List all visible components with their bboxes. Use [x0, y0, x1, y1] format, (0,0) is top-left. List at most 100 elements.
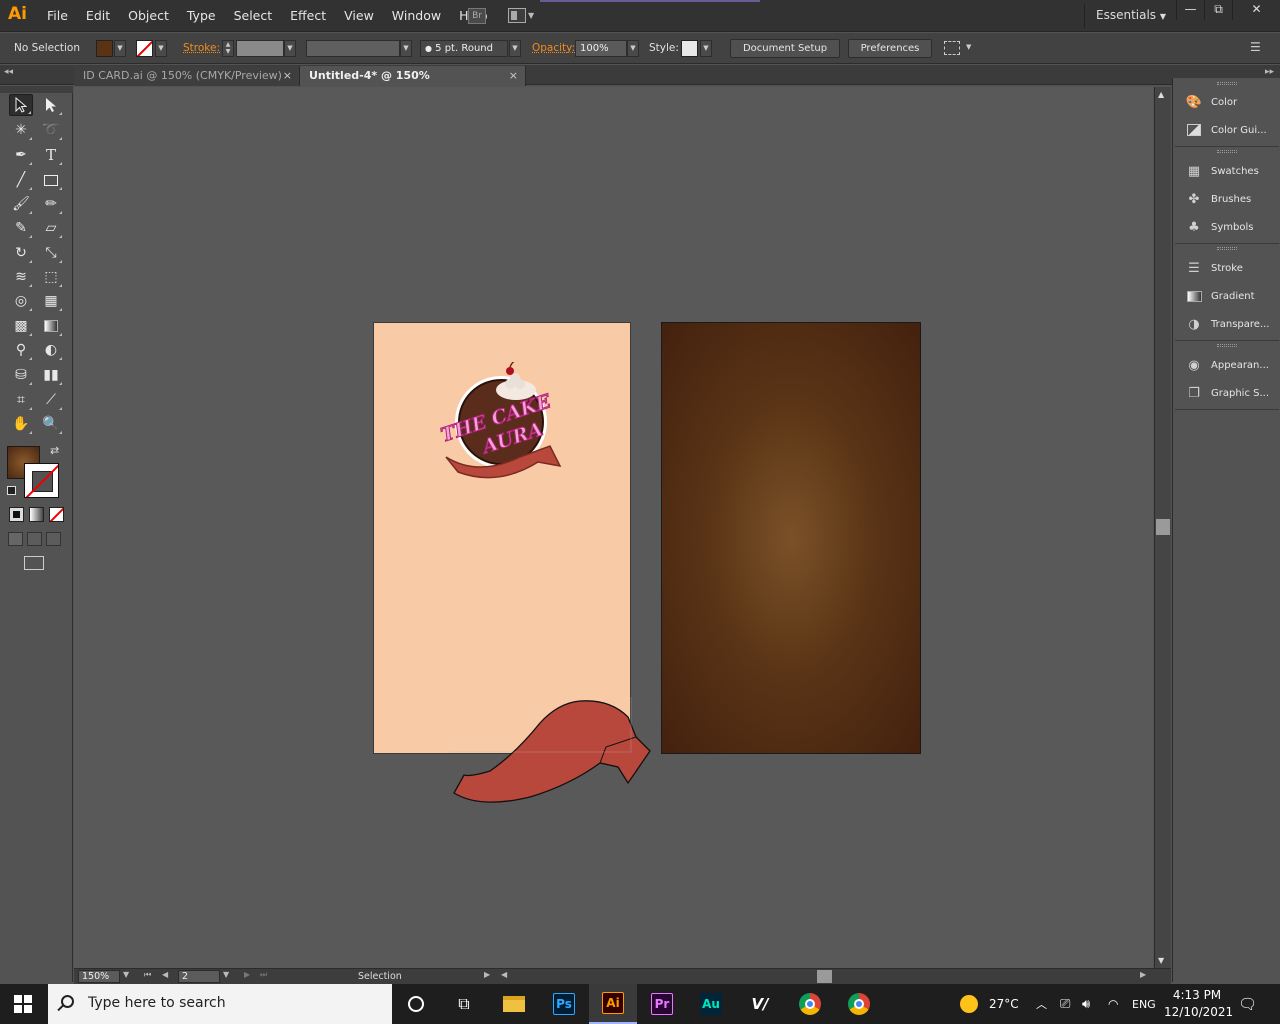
selection-tool[interactable] [9, 94, 33, 116]
document-setup-button[interactable]: Document Setup [730, 39, 840, 58]
notifications-icon[interactable]: 🗨︎ [1238, 984, 1257, 1024]
panel-gradient[interactable]: Gradient [1173, 283, 1280, 309]
draw-behind-icon[interactable] [27, 532, 42, 546]
artboard-number-field[interactable]: 2 [178, 970, 220, 983]
task-view-button[interactable]: ⧉ [440, 984, 488, 1024]
network-icon[interactable]: ◠ [1108, 984, 1118, 1024]
last-artboard-icon[interactable]: ⏭ [260, 970, 267, 980]
color-mode-button[interactable] [9, 507, 24, 522]
collapse-right-icon[interactable]: ▸▸ [1265, 67, 1274, 77]
file-explorer-button[interactable] [490, 984, 538, 1024]
tools-panel-header[interactable] [0, 86, 73, 93]
panel-group-grip[interactable] [1217, 150, 1237, 153]
photoshop-button[interactable]: Ps [540, 984, 588, 1024]
stroke-weight-field[interactable] [236, 40, 284, 57]
fill-dropdown[interactable]: ▼ [114, 40, 126, 57]
scroll-right-icon[interactable]: ▶ [1140, 970, 1146, 979]
close-icon[interactable]: × [509, 66, 518, 85]
type-tool[interactable]: T [39, 144, 63, 166]
menu-type[interactable]: Type [178, 8, 225, 23]
close-window-button[interactable]: ✕ [1232, 0, 1280, 20]
artboard-back[interactable] [661, 322, 921, 754]
panel-group-grip[interactable] [1217, 82, 1237, 85]
arrange-documents-button[interactable]: ▼ [508, 8, 534, 24]
panel-brushes[interactable]: ✤ Brushes [1173, 186, 1280, 212]
fill-swatch[interactable] [96, 40, 113, 57]
first-artboard-icon[interactable]: ⏮ [144, 970, 151, 980]
variable-width-dropdown[interactable]: ▼ [400, 40, 412, 57]
tab-untitled-4[interactable]: Untitled-4* @ 150% (CMYK/Preview) × [300, 66, 526, 101]
brush-dropdown[interactable]: ▼ [509, 40, 521, 57]
variable-width-field[interactable] [306, 40, 400, 57]
horizontal-scroll-thumb[interactable] [817, 970, 832, 983]
graphic-style-swatch[interactable] [681, 40, 698, 57]
symbol-sprayer-tool[interactable]: ⛁ [9, 364, 33, 386]
panel-symbols[interactable]: ♣ Symbols [1173, 214, 1280, 240]
line-tool[interactable]: ╱ [9, 169, 33, 191]
free-transform-tool[interactable]: ⬚ [39, 266, 63, 288]
blend-tool[interactable]: ◐ [39, 339, 63, 361]
pencil-tool[interactable]: ✏ [39, 193, 63, 215]
illustrator-button[interactable]: Ai [589, 984, 637, 1024]
stroke-color-box[interactable] [24, 463, 59, 498]
opacity-dropdown[interactable]: ▼ [627, 40, 639, 57]
mesh-tool[interactable]: ▩ [9, 315, 33, 337]
menu-object[interactable]: Object [119, 8, 178, 23]
zoom-field[interactable]: 150% [78, 970, 120, 983]
draw-inside-icon[interactable] [46, 532, 61, 546]
none-mode-button[interactable] [49, 507, 64, 522]
pen-tool[interactable]: ✒ [9, 144, 33, 166]
menu-view[interactable]: View [335, 8, 383, 23]
workspace-switcher[interactable]: Essentials ▼ [1096, 8, 1166, 22]
chrome-profile-m-button[interactable] [786, 984, 834, 1024]
canvas[interactable]: THE CAKE AURA [74, 87, 1153, 968]
panel-stroke[interactable]: ☰ Stroke [1173, 255, 1280, 281]
panel-transparency[interactable]: ◑ Transpare... [1173, 311, 1280, 337]
close-icon[interactable]: × [283, 66, 292, 85]
eyedropper-tool[interactable]: ⚲ [9, 339, 33, 361]
vertical-scrollbar[interactable]: ▲ ▼ [1154, 87, 1171, 968]
scroll-up-icon[interactable]: ▲ [1158, 90, 1164, 99]
draw-normal-icon[interactable] [8, 532, 23, 546]
restore-button[interactable]: ⧉ [1204, 0, 1232, 20]
rotate-tool[interactable]: ↻ [9, 242, 33, 264]
vertical-scroll-thumb[interactable] [1156, 519, 1170, 535]
volume-icon[interactable]: 🔊︎ [1082, 984, 1090, 1024]
stroke-label[interactable]: Stroke: [183, 42, 220, 54]
stroke-dropdown[interactable]: ▼ [155, 40, 167, 57]
tab-id-card[interactable]: ID CARD.ai @ 150% (CMYK/Preview) × [74, 66, 300, 86]
ribbon-shape[interactable] [450, 697, 656, 809]
paintbrush-tool[interactable]: 🖌 [9, 193, 33, 215]
swap-fill-stroke-icon[interactable]: ⇄ [50, 444, 59, 457]
hand-tool[interactable]: ✋ [9, 413, 33, 435]
stroke-swatch[interactable] [136, 40, 153, 57]
panel-graphic-styles[interactable]: ❐ Graphic S... [1173, 380, 1280, 406]
menu-window[interactable]: Window [383, 8, 450, 23]
menu-select[interactable]: Select [225, 8, 282, 23]
magic-wand-tool[interactable]: ✳ [9, 119, 33, 141]
scroll-left-icon[interactable]: ◀ [501, 970, 507, 979]
zoom-tool[interactable]: 🔍 [39, 413, 63, 435]
isolation-mode-icon[interactable] [944, 41, 960, 55]
next-artboard-icon[interactable]: ▶ [244, 970, 250, 979]
minimize-button[interactable]: — [1176, 0, 1204, 20]
gradient-mode-button[interactable] [29, 507, 44, 522]
zoom-dropdown-icon[interactable]: ▼ [123, 970, 129, 979]
eraser-tool[interactable]: ▱ [39, 217, 63, 239]
stroke-weight-dropdown[interactable]: ▼ [284, 40, 296, 57]
perspective-grid-tool[interactable]: ▦ [39, 290, 63, 312]
opacity-field[interactable]: 100% [575, 40, 627, 57]
scale-tool[interactable]: ⤡ [39, 242, 63, 264]
direct-selection-tool[interactable] [39, 94, 63, 116]
rectangle-tool[interactable] [39, 169, 63, 191]
audition-button[interactable]: Au [687, 984, 735, 1024]
panel-color[interactable]: 🎨 Color [1173, 89, 1280, 115]
panel-menu-icon[interactable]: ☰ [1250, 40, 1261, 54]
screen-mode-icon[interactable] [24, 556, 44, 570]
artboard-tool[interactable]: ⌗ [9, 389, 33, 411]
blob-brush-tool[interactable]: ✎ [9, 217, 33, 239]
warp-tool[interactable]: ≋ [9, 266, 33, 288]
taskbar-search[interactable]: Type here to search [48, 984, 392, 1024]
premiere-button[interactable]: Pr [638, 984, 686, 1024]
bridge-button[interactable]: Br [468, 8, 486, 24]
